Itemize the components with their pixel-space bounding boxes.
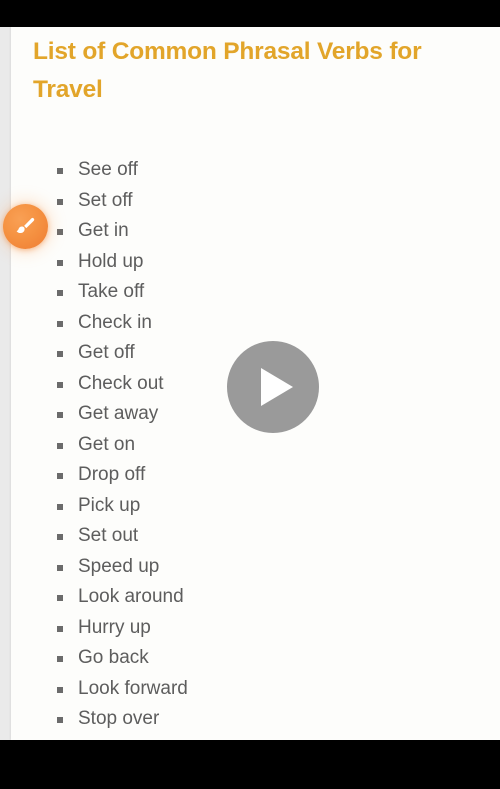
list-item-label: Hurry up — [78, 616, 151, 638]
list-item-label: Get on — [78, 433, 136, 455]
list-item: Check out — [54, 369, 188, 400]
list-item: Take off — [54, 277, 188, 308]
list-item: Stop over — [54, 704, 188, 735]
letterbox-bar-bottom — [0, 740, 500, 789]
list-item: Speed up — [54, 552, 188, 583]
bullet-icon — [57, 442, 63, 449]
list-item: Check in — [54, 308, 188, 339]
list-item-label: Look around — [78, 586, 184, 607]
list-item-label: Get in — [78, 220, 129, 241]
list-item-label: Set out — [78, 525, 139, 546]
bullet-icon — [57, 412, 63, 418]
bullet-icon — [57, 656, 63, 662]
bullet-icon — [57, 534, 63, 540]
page-background: List of Common Phrasal Verbs for Travel … — [0, 27, 500, 740]
bullet-icon — [57, 351, 63, 357]
list-item: Drop off — [54, 460, 188, 491]
list-item-label: Go back — [78, 647, 149, 668]
list-item-label: Speed up — [78, 555, 160, 577]
list-item-label: Get away — [78, 403, 159, 424]
bullet-icon — [57, 564, 63, 571]
list-item: Get off — [54, 338, 188, 369]
page-title: List of Common Phrasal Verbs for Travel — [33, 38, 422, 103]
phrasal-verb-list: See off Set off Get in Hold up Take off … — [54, 155, 188, 735]
bullet-icon — [57, 503, 63, 510]
bullet-icon — [57, 198, 63, 205]
list-item: See off — [54, 155, 188, 186]
bullet-icon — [57, 229, 63, 235]
list-item-label: Drop off — [78, 464, 146, 485]
list-item: Hurry up — [54, 613, 188, 644]
list-item-label: Hold up — [78, 250, 144, 272]
list-item: Get on — [54, 430, 188, 461]
bullet-icon — [57, 473, 63, 479]
article-card: List of Common Phrasal Verbs for Travel … — [11, 27, 500, 740]
list-item-label: Check in — [78, 311, 152, 333]
list-item: Set off — [54, 186, 188, 217]
screen: List of Common Phrasal Verbs for Travel … — [0, 0, 500, 789]
list-item: Set out — [54, 521, 188, 552]
bullet-icon — [57, 290, 63, 296]
list-item-label: Get off — [78, 342, 135, 363]
bullet-icon — [57, 168, 63, 174]
list-item-label: Set off — [78, 189, 133, 211]
bullet-icon — [57, 686, 63, 693]
list-item: Look forward — [54, 674, 188, 705]
list-item-label: See off — [78, 159, 138, 180]
list-item: Get away — [54, 399, 188, 430]
letterbox-bar-top — [0, 0, 500, 27]
paintbrush-icon — [16, 217, 34, 233]
list-item: Hold up — [54, 247, 188, 278]
bullet-icon — [57, 625, 63, 632]
bullet-icon — [57, 320, 63, 327]
list-item-label: Stop over — [78, 708, 160, 729]
bullet-icon — [57, 717, 63, 723]
bullet-icon — [57, 259, 63, 266]
list-item: Get in — [54, 216, 188, 247]
paint-brush-button[interactable] — [3, 204, 48, 249]
list-item: Look around — [54, 582, 188, 613]
list-item-label: Pick up — [78, 494, 141, 516]
list-item: Go back — [54, 643, 188, 674]
list-item-label: Check out — [78, 372, 164, 394]
list-item-label: Look forward — [78, 677, 188, 699]
bullet-icon — [57, 381, 63, 388]
bullet-icon — [57, 595, 63, 601]
video-play-button[interactable] — [227, 341, 319, 433]
play-icon — [261, 368, 293, 406]
list-item-label: Take off — [78, 281, 145, 302]
list-item: Pick up — [54, 491, 188, 522]
